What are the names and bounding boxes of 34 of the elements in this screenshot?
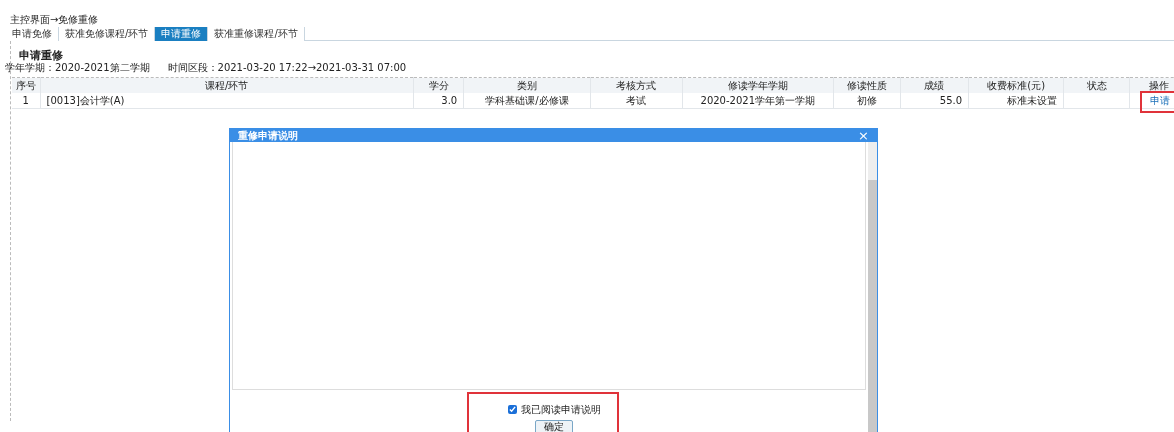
column-header: 状态	[1086, 80, 1107, 91]
section-title: 申请重修	[19, 49, 64, 62]
dialog-title: 重修申请说明	[238, 129, 298, 142]
table-cell: 2020-2021学年第一学期	[700, 95, 816, 106]
table-cell: 学科基础课/必修课	[485, 95, 569, 106]
confirm-button[interactable]: 确定	[535, 420, 573, 432]
column-header: 修读性质	[846, 80, 887, 91]
checkbox[interactable]	[507, 405, 517, 414]
checkbox-label: 我已阅读申请说明	[520, 403, 601, 417]
tab[interactable]: 申请免修	[6, 27, 59, 41]
time-range-label: 时间区段：2021-03-20 17:22→2021-03-31 07:00	[167, 62, 407, 74]
table-cell: 55.0	[939, 95, 963, 106]
table-cell: 初修	[856, 95, 877, 106]
column-header: 序号	[15, 80, 36, 91]
breadcrumb: 主控界面→免修重修	[10, 13, 100, 27]
tab[interactable]: 获准重修课程/环节	[208, 27, 305, 41]
table-cell: [0013]会计学(A)	[46, 95, 125, 106]
check-icon	[508, 406, 516, 413]
column-header: 操作	[1149, 80, 1170, 91]
column-header: 成绩	[924, 80, 945, 91]
column-header: 收费标准(元)	[987, 80, 1046, 91]
column-header: 课程/环节	[205, 80, 249, 91]
tab[interactable]: 获准免修课程/环节	[59, 27, 156, 41]
apply-link[interactable]: 申请	[1149, 95, 1170, 106]
column-header: 学分	[428, 80, 449, 91]
table-cell: 1	[22, 95, 29, 106]
term-label: 学年学期：2020-2021第二学期	[5, 62, 150, 74]
table-cell: 3.0	[441, 95, 458, 106]
table-cell: 标准未设置	[1007, 95, 1058, 106]
table-cell: 考试	[626, 95, 647, 106]
column-header: 类别	[516, 80, 537, 91]
column-header: 修读学年学期	[727, 80, 788, 91]
column-header: 考核方式	[616, 80, 657, 91]
tab[interactable]: 申请重修	[155, 27, 209, 41]
